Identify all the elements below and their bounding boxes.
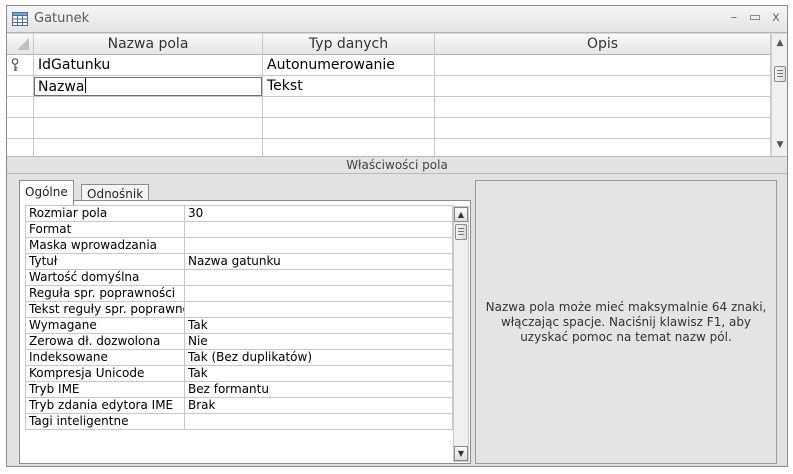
field-properties-label: Właściwości pola	[7, 156, 787, 174]
field-name-cell[interactable]	[34, 97, 263, 118]
description-cell[interactable]	[435, 76, 771, 97]
scroll-down-icon[interactable]: ▼	[772, 140, 787, 150]
field-properties-area: Ogólne Odnośnik Rozmiar pola 30 Format Ma…	[7, 174, 787, 466]
field-design-grid: Nazwa pola Typ danych Opis IdGatunku Aut…	[7, 34, 787, 156]
table-row[interactable]	[7, 118, 771, 139]
property-value[interactable]: Nazwa gatunku	[185, 254, 453, 270]
properties-panel: Rozmiar pola 30 Format Maska wprowadzania…	[19, 200, 471, 464]
data-type-cell[interactable]: Autonumerowanie	[263, 55, 435, 76]
field-name-cell[interactable]	[34, 139, 263, 156]
property-label: Format	[25, 222, 185, 238]
row-selector[interactable]	[7, 55, 34, 76]
table-design-window: Gatunek – ▭ x Nazwa pola Typ danych Opis	[6, 5, 788, 467]
help-panel: Nazwa pola może mieć maksymalnie 64 znak…	[475, 180, 777, 464]
property-row[interactable]: Maska wprowadzania	[25, 238, 453, 254]
field-name-value: Nazwa	[38, 79, 85, 95]
data-type-cell[interactable]	[263, 97, 435, 118]
property-label: Maska wprowadzania	[25, 238, 185, 254]
property-value[interactable]	[185, 270, 453, 286]
column-header-field-name[interactable]: Nazwa pola	[34, 34, 263, 55]
property-label: Reguła spr. poprawności	[25, 286, 185, 302]
property-value[interactable]: Tak (Bez duplikatów)	[185, 350, 453, 366]
field-name-editor[interactable]: Nazwa	[34, 77, 262, 96]
tab-general[interactable]: Ogólne	[19, 180, 74, 205]
property-value[interactable]: Bez formantu	[185, 382, 453, 398]
title-bar[interactable]: Gatunek – ▭ x	[7, 6, 787, 33]
field-name-cell[interactable]: IdGatunku	[34, 55, 263, 76]
property-label: Tryb IME	[25, 382, 185, 398]
close-button[interactable]: x	[767, 10, 785, 25]
scroll-thumb[interactable]	[455, 224, 467, 240]
property-row[interactable]: Tytuł Nazwa gatunku	[25, 254, 453, 270]
grid-vertical-scrollbar[interactable]: ▲ ▼	[771, 34, 787, 156]
table-icon	[12, 12, 28, 26]
property-row[interactable]: Rozmiar pola 30	[25, 206, 453, 222]
property-label: Kompresja Unicode	[25, 366, 185, 382]
property-row[interactable]: Tryb IME Bez formantu	[25, 382, 453, 398]
column-header-data-type[interactable]: Typ danych	[263, 34, 435, 55]
property-value[interactable]	[185, 414, 453, 430]
property-label: Indeksowane	[25, 350, 185, 366]
description-cell[interactable]	[435, 118, 771, 139]
field-name-cell[interactable]	[34, 118, 263, 139]
scroll-thumb[interactable]	[774, 66, 786, 82]
minimize-button[interactable]: –	[725, 10, 743, 25]
property-value[interactable]: 30	[185, 206, 453, 222]
property-value[interactable]: Tak	[185, 366, 453, 382]
property-label: Zerowa dł. dozwolona	[25, 334, 185, 350]
property-row[interactable]: Wymagane Tak	[25, 318, 453, 334]
property-value[interactable]	[185, 222, 453, 238]
primary-key-icon	[11, 58, 19, 71]
table-row[interactable]	[7, 139, 771, 156]
property-label: Tytuł	[25, 254, 185, 270]
scroll-up-icon[interactable]: ▲	[454, 207, 468, 222]
property-label: Tekst reguły spr. poprawności	[25, 302, 185, 318]
property-label: Tryb zdania edytora IME	[25, 398, 185, 414]
property-value[interactable]	[185, 238, 453, 254]
property-value[interactable]: Tak	[185, 318, 453, 334]
row-selector[interactable]	[7, 76, 34, 97]
property-value[interactable]: Nie	[185, 334, 453, 350]
select-all-corner[interactable]	[7, 34, 34, 55]
description-cell[interactable]	[435, 97, 771, 118]
property-value[interactable]	[185, 302, 453, 318]
scroll-up-icon[interactable]: ▲	[772, 38, 787, 48]
field-name-cell[interactable]: Nazwa	[34, 76, 263, 97]
restore-button[interactable]: ▭	[746, 10, 764, 25]
property-label: Rozmiar pola	[25, 206, 185, 222]
property-row[interactable]: Kompresja Unicode Tak	[25, 366, 453, 382]
table-row[interactable]: IdGatunku Autonumerowanie	[7, 55, 771, 76]
help-text: Nazwa pola może mieć maksymalnie 64 znak…	[485, 299, 767, 344]
property-row[interactable]: Tagi inteligentne	[25, 414, 453, 430]
row-selector[interactable]	[7, 118, 34, 139]
data-type-cell[interactable]	[263, 118, 435, 139]
description-cell[interactable]	[435, 55, 771, 76]
data-type-cell[interactable]: Tekst	[263, 76, 435, 97]
property-row[interactable]: Indeksowane Tak (Bez duplikatów)	[25, 350, 453, 366]
properties-vertical-scrollbar[interactable]: ▲ ▼	[453, 206, 469, 462]
property-row[interactable]: Tekst reguły spr. poprawności	[25, 302, 453, 318]
property-label: Wymagane	[25, 318, 185, 334]
property-row[interactable]: Reguła spr. poprawności	[25, 286, 453, 302]
table-row[interactable]: Nazwa Tekst	[7, 76, 771, 97]
table-row[interactable]	[7, 97, 771, 118]
column-header-description[interactable]: Opis	[435, 34, 771, 55]
property-row[interactable]: Wartość domyślna	[25, 270, 453, 286]
property-row[interactable]: Format	[25, 222, 453, 238]
data-type-cell[interactable]	[263, 139, 435, 156]
property-row[interactable]: Zerowa dł. dozwolona Nie	[25, 334, 453, 350]
property-label: Wartość domyślna	[25, 270, 185, 286]
text-cursor	[85, 78, 87, 93]
property-value[interactable]	[185, 286, 453, 302]
scroll-down-icon[interactable]: ▼	[454, 446, 468, 461]
row-selector[interactable]	[7, 97, 34, 118]
grid-header-row: Nazwa pola Typ danych Opis	[7, 34, 771, 55]
window-title: Gatunek	[34, 11, 90, 26]
property-value[interactable]: Brak	[185, 398, 453, 414]
description-cell[interactable]	[435, 139, 771, 156]
property-row[interactable]: Tryb zdania edytora IME Brak	[25, 398, 453, 414]
row-selector[interactable]	[7, 139, 34, 156]
property-label: Tagi inteligentne	[25, 414, 185, 430]
